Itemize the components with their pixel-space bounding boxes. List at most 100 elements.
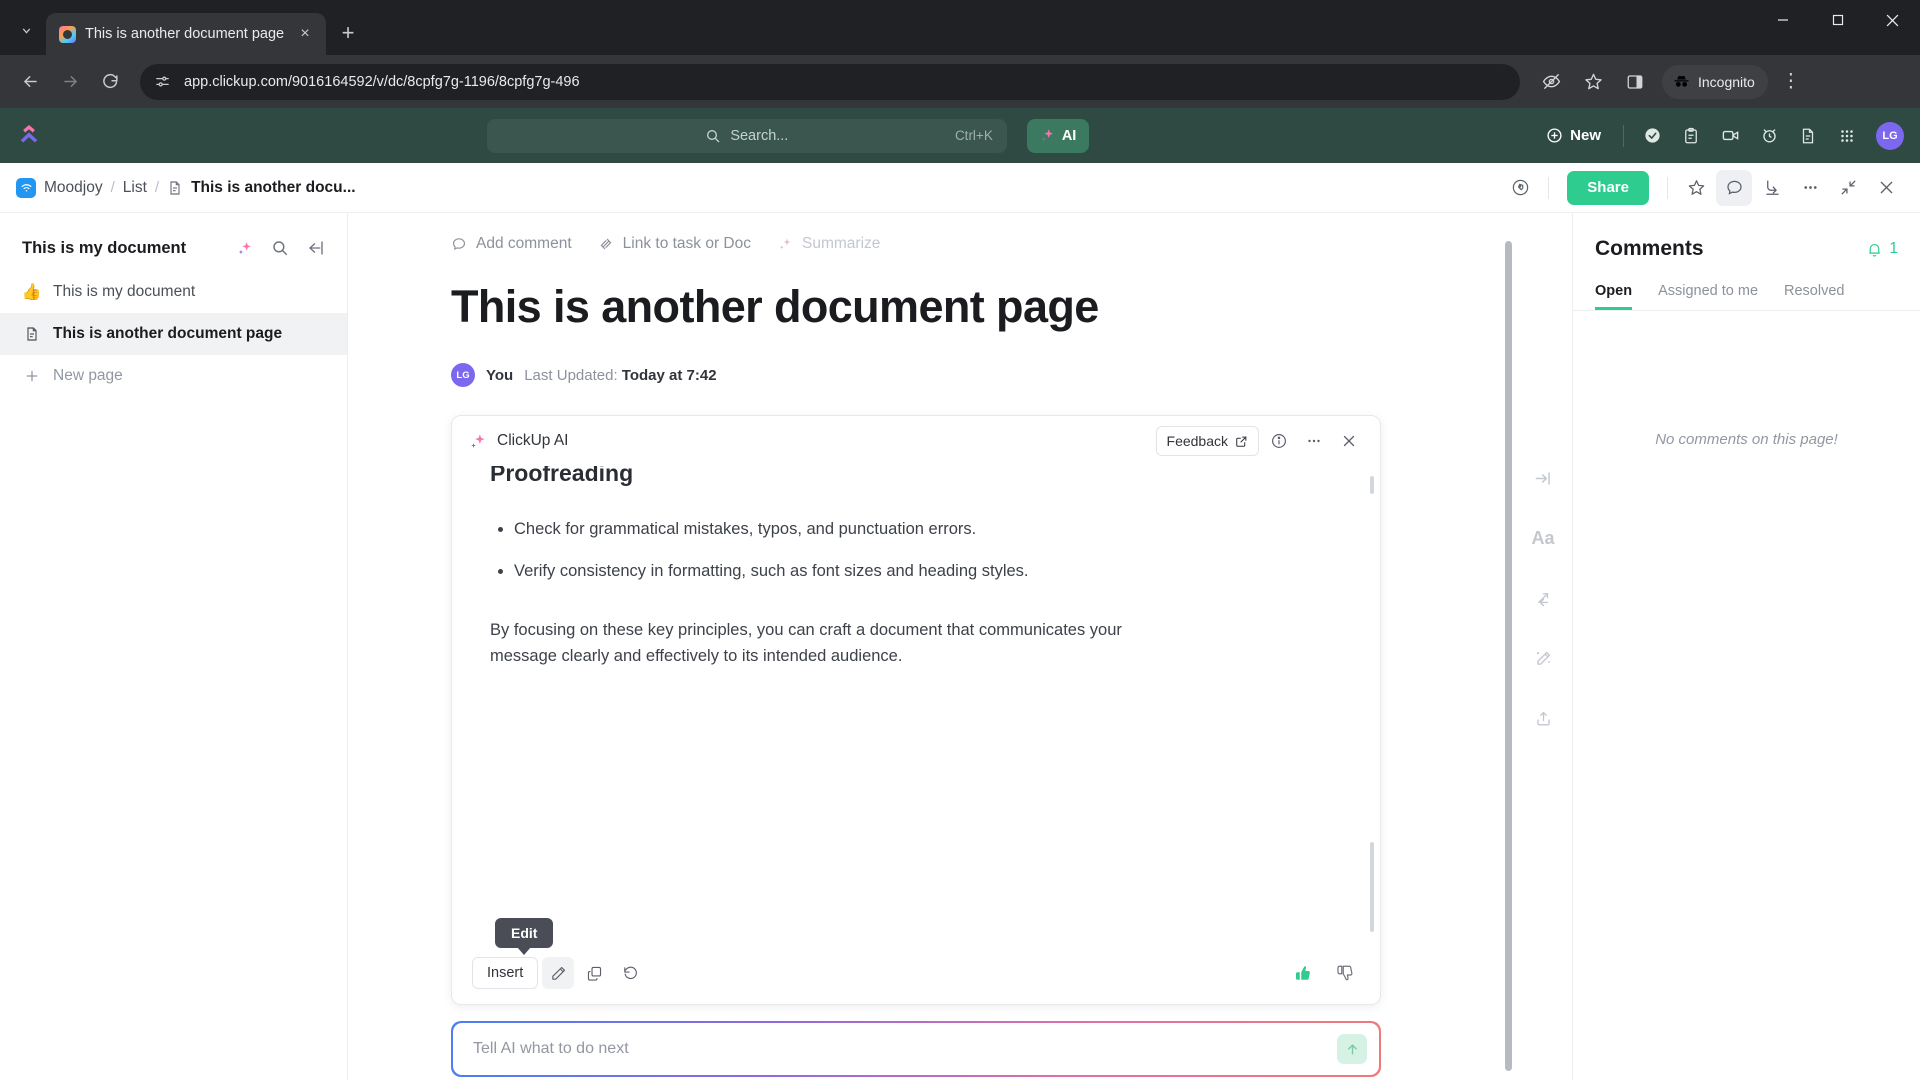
side-panel-icon[interactable]	[1616, 63, 1654, 101]
document-meta: LG You Last Updated: Today at 7:42	[451, 363, 1411, 387]
star-icon[interactable]	[1678, 170, 1714, 206]
ai-prompt-input[interactable]: Tell AI what to do next	[453, 1023, 1379, 1075]
window-minimize-button[interactable]	[1755, 0, 1810, 40]
comments-notification[interactable]: 1	[1866, 240, 1898, 258]
breadcrumb-divider	[1667, 176, 1668, 199]
document-scrollbar[interactable]	[1505, 213, 1514, 1080]
list-item: Check for grammatical mistakes, typos, a…	[514, 517, 1360, 543]
insert-button[interactable]: Insert	[472, 957, 539, 989]
clickup-favicon-icon	[59, 25, 76, 43]
indent-icon[interactable]	[1528, 463, 1558, 493]
collapse-icon[interactable]	[1830, 170, 1866, 206]
breadcrumb-list[interactable]: List	[123, 179, 147, 197]
feedback-button[interactable]: Feedback	[1155, 426, 1259, 456]
close-icon[interactable]	[1868, 170, 1904, 206]
window-maximize-button[interactable]	[1810, 0, 1865, 40]
close-icon[interactable]	[1334, 426, 1364, 456]
font-size-icon[interactable]: Aa	[1528, 523, 1558, 553]
clipboard-icon[interactable]	[1673, 118, 1709, 154]
new-button[interactable]: New	[1534, 119, 1613, 153]
document-author: You	[486, 366, 514, 384]
back-button[interactable]	[12, 64, 48, 100]
browser-menu-icon[interactable]: ⋮	[1772, 63, 1810, 101]
app-header-actions: New LG	[1534, 118, 1904, 154]
thumbs-down-icon[interactable]	[1328, 957, 1360, 989]
reload-button[interactable]	[92, 64, 128, 100]
summarize-button[interactable]: Summarize	[777, 235, 880, 253]
address-bar[interactable]: app.clickup.com/9016164592/v/dc/8cpfg7g-…	[140, 63, 1520, 100]
share-upload-icon[interactable]	[1528, 703, 1558, 733]
ai-button[interactable]: AI	[1026, 118, 1090, 153]
clickup-ai-panel: ClickUp AI Feedback Proofreading • Check…	[451, 415, 1381, 1005]
relationships-icon[interactable]	[1528, 583, 1558, 613]
tab-open[interactable]: Open	[1595, 283, 1632, 310]
send-icon[interactable]	[1337, 1034, 1367, 1064]
user-avatar[interactable]: LG	[1876, 121, 1904, 150]
sidebar-item-label: This is my document	[53, 283, 196, 300]
tab-close-icon[interactable]: ×	[294, 25, 316, 43]
forward-button[interactable]	[52, 64, 88, 100]
comment-bubble-icon[interactable]	[1716, 169, 1752, 206]
alarm-clock-icon[interactable]	[1751, 118, 1787, 154]
global-search-input[interactable]: Search... Ctrl+K	[486, 118, 1007, 153]
new-button-label: New	[1570, 127, 1601, 144]
ai-panel-content: Proofreading Check for grammatical mista…	[452, 466, 1380, 942]
avatar[interactable]: LG	[451, 363, 475, 387]
apps-grid-icon[interactable]	[1829, 118, 1865, 154]
ellipsis-icon[interactable]	[1299, 426, 1329, 456]
eye-slash-icon[interactable]	[1532, 63, 1570, 101]
ai-feedback-actions	[1282, 957, 1360, 989]
ai-prompt-input-wrapper: Tell AI what to do next	[451, 1021, 1381, 1077]
page-title[interactable]: This is another document page	[451, 281, 1411, 333]
app-header: Search... Ctrl+K AI New LG	[0, 108, 1920, 163]
copy-icon[interactable]	[578, 957, 610, 989]
sidebar-item-new-page[interactable]: New page	[0, 355, 347, 397]
bookmark-star-icon[interactable]	[1574, 63, 1612, 101]
comments-title: Comments	[1595, 237, 1704, 260]
retry-icon[interactable]	[614, 957, 646, 989]
scrollbar-thumb[interactable]	[1505, 241, 1512, 1071]
url-text: app.clickup.com/9016164592/v/dc/8cpfg7g-…	[184, 73, 580, 90]
breadcrumb-current: This is another docu...	[191, 178, 356, 196]
ellipsis-icon[interactable]	[1792, 170, 1828, 206]
search-icon[interactable]	[267, 235, 293, 261]
breadcrumb-space[interactable]: Moodjoy	[44, 179, 103, 197]
sidebar-item-this-is-my-document[interactable]: 👍 This is my document	[0, 271, 347, 313]
browser-tab[interactable]: This is another document page ×	[46, 13, 326, 55]
site-settings-icon[interactable]	[154, 73, 171, 90]
comments-tabs: Open Assigned to me Resolved	[1573, 261, 1920, 311]
doc-icon[interactable]	[1790, 118, 1826, 154]
add-comment-label: Add comment	[476, 235, 572, 252]
info-icon[interactable]	[1264, 426, 1294, 456]
incognito-indicator[interactable]: Incognito	[1662, 64, 1768, 99]
ai-sparkle-icon	[468, 432, 487, 451]
page-icon	[22, 326, 41, 342]
pencil-icon[interactable]	[542, 957, 575, 989]
browser-toolbar: app.clickup.com/9016164592/v/dc/8cpfg7g-…	[0, 55, 1920, 108]
window-close-button[interactable]	[1865, 0, 1920, 40]
document-body: Add comment Link to task or Doc Summariz…	[451, 213, 1411, 1077]
doc-sidebar: This is my document 👍 This is my documen…	[0, 213, 348, 1080]
tab-search-button[interactable]	[8, 13, 44, 47]
tab-resolved[interactable]: Resolved	[1784, 283, 1844, 310]
check-circle-icon[interactable]	[1634, 118, 1670, 154]
magic-wand-icon[interactable]	[1528, 643, 1558, 673]
collapse-left-icon[interactable]	[303, 235, 329, 261]
ai-action-bar: Edit Insert	[452, 918, 1380, 1004]
new-tab-button[interactable]: +	[328, 13, 368, 53]
add-comment-button[interactable]: Add comment	[451, 235, 572, 253]
sidebar-item-this-is-another-document-page[interactable]: This is another document page	[0, 313, 347, 355]
tab-assigned-to-me[interactable]: Assigned to me	[1658, 283, 1758, 310]
video-camera-icon[interactable]	[1712, 118, 1748, 154]
share-button[interactable]: Share	[1567, 170, 1649, 205]
ai-button-label: AI	[1061, 127, 1077, 144]
thumbs-up-icon[interactable]	[1286, 957, 1318, 989]
window-controls	[1755, 0, 1920, 55]
ai-scrollbar[interactable]	[1370, 476, 1374, 932]
clickup-logo-icon[interactable]	[16, 123, 42, 149]
link-to-task-button[interactable]: Link to task or Doc	[598, 235, 751, 253]
tag-icon[interactable]	[1502, 170, 1538, 206]
ai-sparkle-icon[interactable]	[231, 235, 257, 261]
download-icon[interactable]	[1754, 170, 1790, 206]
sidebar-item-label: New page	[53, 367, 123, 384]
